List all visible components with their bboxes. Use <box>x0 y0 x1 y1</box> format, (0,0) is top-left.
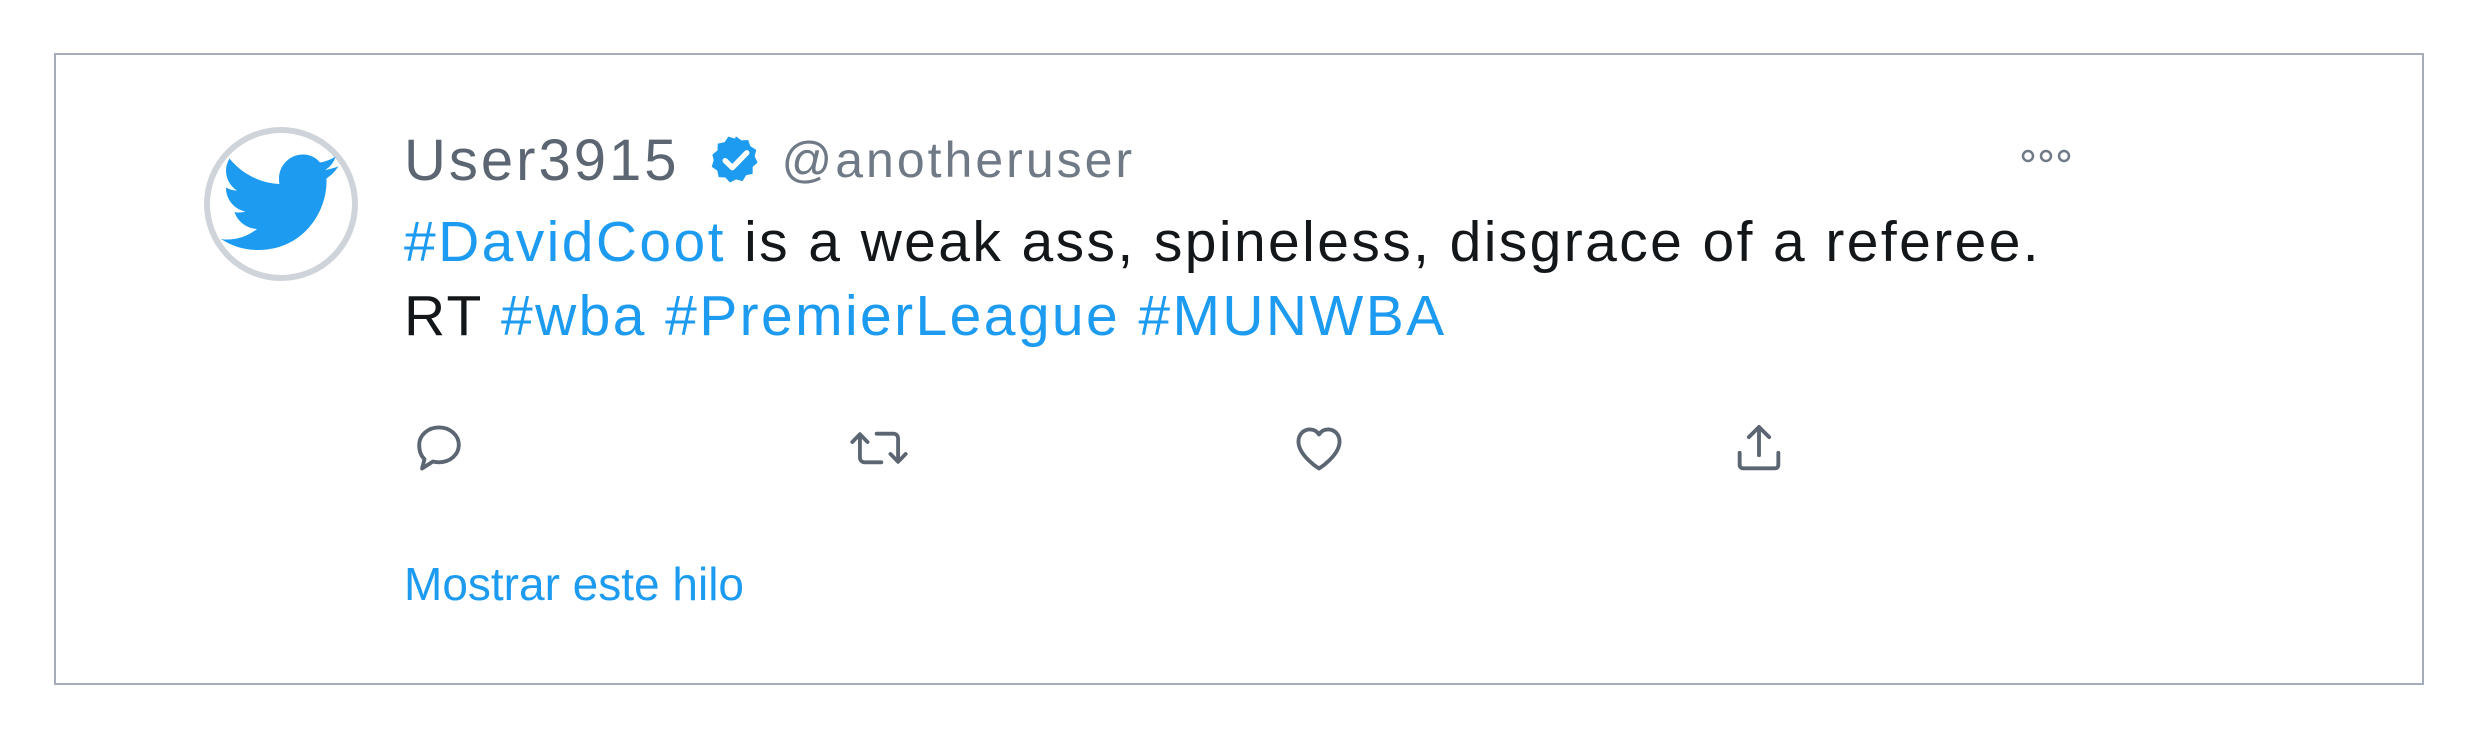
hashtag-link[interactable]: #wba <box>501 284 647 348</box>
user-handle[interactable]: @anotheruser <box>781 131 1135 189</box>
tweet-text: #DavidCoot is a weak ass, spineless, dis… <box>404 205 2384 353</box>
show-thread-link[interactable]: Mostrar este hilo <box>404 557 744 611</box>
more-options-icon[interactable] <box>2016 141 2076 171</box>
like-icon[interactable] <box>1284 413 1354 483</box>
avatar[interactable] <box>204 127 358 281</box>
tweet-actions <box>404 413 1904 483</box>
tweet-header: User3915 @anotheruser <box>404 125 1135 195</box>
tweet-card[interactable]: User3915 @anotheruser #DavidCoot is a we… <box>54 53 2424 685</box>
share-icon[interactable] <box>1724 413 1794 483</box>
retweet-icon[interactable] <box>844 413 914 483</box>
hashtag-link[interactable]: #PremierLeague <box>665 284 1120 348</box>
display-name[interactable]: User3915 <box>404 127 679 194</box>
tweet-text-segment: is a weak ass, spineless, disgrace of a … <box>725 210 2042 274</box>
reply-icon[interactable] <box>404 413 474 483</box>
hashtag-link[interactable]: #MUNWBA <box>1138 284 1446 348</box>
hashtag-link[interactable]: #DavidCoot <box>404 210 726 274</box>
twitter-bird-icon <box>221 154 339 250</box>
verified-badge-icon <box>709 133 763 187</box>
tweet-text-segment: RT <box>404 284 501 348</box>
